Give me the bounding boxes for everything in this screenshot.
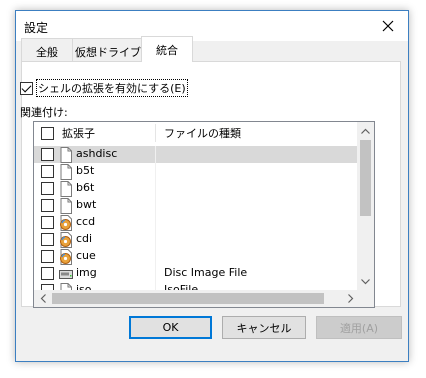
row-extension: cdi [76,232,93,245]
row-extension: b5t [76,164,95,177]
row-column-separator [155,265,156,282]
chevron-up-icon [361,128,370,134]
row-extension: bwt [76,198,97,211]
disc-file-icon [59,232,73,248]
scroll-down-arrow[interactable] [357,273,374,290]
close-button[interactable] [368,11,408,41]
scroll-up-arrow[interactable] [357,122,374,139]
cancel-button[interactable]: キャンセル [222,316,306,339]
scroll-right-arrow[interactable] [342,290,359,307]
list-item[interactable]: b5t [34,163,359,180]
list-item[interactable]: cdi [34,231,359,248]
column-file-type-label: ファイルの種類 [164,127,241,140]
row-checkbox[interactable] [41,182,54,195]
row-checkbox[interactable] [41,233,54,246]
window-title: 設定 [24,21,49,35]
list-item[interactable]: ccd [34,214,359,231]
row-extension: ashdisc [76,147,118,160]
row-extension: img [76,266,97,279]
list-item[interactable]: cue [34,248,359,265]
shell-extension-label: シェルの拡張を有効にする(E) [36,79,188,97]
associations-label: 関連付け: [20,106,68,119]
row-checkbox[interactable] [41,148,54,161]
row-extension: cue [76,249,96,262]
row-column-separator [155,231,156,248]
chevron-down-icon [361,278,370,284]
column-extension[interactable]: 拡張子 [62,125,95,141]
blank-file-icon [59,164,73,180]
apply-button: 適用(A) [316,316,402,339]
list-item[interactable]: ashdisc [34,146,359,163]
vertical-scrollbar[interactable] [357,122,374,290]
tab-virtual-drive[interactable]: 仮想ドライブ [72,38,144,61]
column-separator[interactable] [155,124,156,142]
horizontal-scrollbar[interactable] [34,290,374,307]
tab-general[interactable]: 全般 [21,38,73,61]
scroll-left-arrow[interactable] [34,290,51,307]
select-all-checkbox[interactable] [41,126,54,140]
close-icon [382,20,394,32]
row-checkbox[interactable] [41,165,54,178]
row-column-separator [155,146,156,163]
disc-file-icon [59,215,73,231]
list-item[interactable]: b6t [34,180,359,197]
row-checkbox[interactable] [41,199,54,212]
vertical-scroll-thumb[interactable] [360,140,371,216]
row-checkbox[interactable] [41,267,54,280]
list-item[interactable]: bwt [34,197,359,214]
column-file-type[interactable]: ファイルの種類 [164,122,241,144]
tab-integration[interactable]: 統合 [141,36,193,62]
row-column-separator [155,214,156,231]
select-all-header[interactable]: 拡張子 [41,122,95,144]
ok-button[interactable]: OK [129,316,212,339]
chevron-right-icon [347,294,353,303]
tab-virtual-drive-label: 仮想ドライブ [75,46,141,59]
tab-general-label: 全般 [36,46,58,59]
list-header: 拡張子 ファイルの種類 [34,122,359,144]
disc-file-icon [59,249,73,265]
row-column-separator [155,180,156,197]
row-file-type: Disc Image File [164,266,248,279]
row-checkbox[interactable] [41,216,54,229]
association-list[interactable]: 拡張子 ファイルの種類 ashdisc b5t b6t bwt ccd cdi cue img… [33,121,375,308]
row-column-separator [155,248,156,265]
shell-extension-checkbox[interactable] [20,81,33,95]
row-column-separator [155,197,156,214]
tab-integration-label: 統合 [156,44,178,57]
list-item[interactable]: img Disc Image File [34,265,359,282]
blank-file-icon [59,198,73,214]
row-checkbox[interactable] [41,250,54,263]
blank-file-icon [59,147,73,163]
row-extension: ccd [76,215,96,228]
title-bar: 設定 [16,11,408,41]
row-column-separator [155,163,156,180]
drive-file-icon [59,266,73,282]
horizontal-scroll-thumb[interactable] [52,293,324,304]
blank-file-icon [59,181,73,197]
chevron-left-icon [40,294,46,303]
row-extension: b6t [76,181,95,194]
shell-extension-option[interactable]: シェルの拡張を有効にする(E) [20,79,188,97]
